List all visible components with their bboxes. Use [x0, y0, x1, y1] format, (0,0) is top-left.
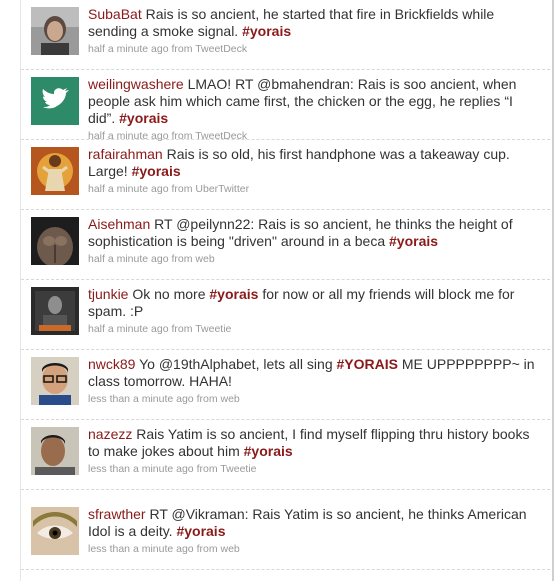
source-label: from Tweetie: [171, 323, 232, 335]
tweet-body: rafairahman Rais is so old, his first ha…: [88, 146, 536, 196]
timestamp-link[interactable]: less than a minute ago: [88, 393, 194, 405]
source-label: from web: [196, 543, 240, 555]
source-label: from web: [171, 253, 215, 265]
username-link[interactable]: nwck89: [88, 356, 135, 372]
avatar[interactable]: [31, 77, 79, 125]
avatar[interactable]: [31, 217, 79, 265]
tweet-meta: half a minute ago from UberTwitter: [88, 182, 536, 196]
username-link[interactable]: nazezz: [88, 426, 132, 442]
tweet-body: Aisehman RT @peilynn22: Rais is so ancie…: [88, 216, 536, 266]
tweet-body: sfrawther RT @Vikraman: Rais Yatim is so…: [88, 506, 536, 556]
twitter-bird-icon: [31, 77, 79, 125]
source-label: from web: [196, 393, 240, 405]
tweet-body: SubaBat Rais is so ancient, he started t…: [88, 6, 536, 56]
username-link[interactable]: sfrawther: [88, 506, 146, 522]
tweet-text: Ok no more: [132, 286, 206, 302]
tweet-item: rafairahman Rais is so old, his first ha…: [21, 140, 554, 210]
tweet-text: Rais Yatim is so ancient, I find myself …: [88, 426, 530, 459]
eye-avatar-icon: [31, 507, 79, 555]
timestamp-link[interactable]: half a minute ago: [88, 43, 169, 55]
tweet-item: sfrawther RT @Vikraman: Rais Yatim is so…: [21, 490, 554, 570]
source-label: from Tweetie: [196, 463, 257, 475]
avatar[interactable]: [31, 427, 79, 475]
timestamp-link[interactable]: less than a minute ago: [88, 463, 194, 475]
tweet-text: RT @peilynn22: Rais is so ancient, he th…: [88, 216, 513, 249]
tweet-item: weilingwashere LMAO! RT @bmahendran: Rai…: [21, 70, 554, 143]
username-link[interactable]: SubaBat: [88, 6, 142, 22]
glasses-avatar-icon: [31, 357, 79, 405]
hashtag-link[interactable]: #yorais: [132, 163, 181, 179]
hashtag-link[interactable]: #YORAIS: [337, 356, 398, 372]
hashtag-link[interactable]: #yorais: [244, 443, 293, 459]
timestamp-link[interactable]: half a minute ago: [88, 253, 169, 265]
avatar[interactable]: [31, 7, 79, 55]
tweet-meta: less than a minute ago from web: [88, 542, 536, 556]
face-avatar-icon: [31, 427, 79, 475]
tweet-timeline: SubaBat Rais is so ancient, he started t…: [20, 0, 554, 581]
hashtag-link[interactable]: #yorais: [119, 110, 168, 126]
avatar[interactable]: [31, 357, 79, 405]
timestamp-link[interactable]: half a minute ago: [88, 183, 169, 195]
tweet-body: nwck89 Yo @19thAlphabet, lets all sing #…: [88, 356, 536, 406]
tweet-item: Aisehman RT @peilynn22: Rais is so ancie…: [21, 210, 554, 280]
username-link[interactable]: tjunkie: [88, 286, 128, 302]
tweet-item: tjunkie Ok no more #yorais for now or al…: [21, 280, 554, 350]
tweet-item: nazezz Rais Yatim is so ancient, I find …: [21, 420, 554, 490]
tweet-meta: less than a minute ago from web: [88, 392, 536, 406]
tweet-meta: half a minute ago from web: [88, 252, 536, 266]
figure-avatar-icon: [31, 147, 79, 195]
tweet-item: nwck89 Yo @19thAlphabet, lets all sing #…: [21, 350, 554, 420]
tweet-body: tjunkie Ok no more #yorais for now or al…: [88, 286, 536, 336]
avatar[interactable]: [31, 147, 79, 195]
timestamp-link[interactable]: less than a minute ago: [88, 543, 194, 555]
username-link[interactable]: rafairahman: [88, 146, 163, 162]
torso-avatar-icon: [31, 217, 79, 265]
tweet-body: nazezz Rais Yatim is so ancient, I find …: [88, 426, 536, 476]
avatar[interactable]: [31, 287, 79, 335]
tweet-body: weilingwashere LMAO! RT @bmahendran: Rai…: [88, 76, 536, 143]
portrait-avatar-icon: [31, 7, 79, 55]
username-link[interactable]: weilingwashere: [88, 76, 184, 92]
book-cover-avatar-icon: [31, 287, 79, 335]
hashtag-link[interactable]: #yorais: [389, 233, 438, 249]
username-link[interactable]: Aisehman: [88, 216, 150, 232]
tweet-item: SubaBat Rais is so ancient, he started t…: [21, 0, 554, 70]
tweet-text: RT @Vikraman: Rais Yatim is so ancient, …: [88, 506, 527, 539]
timestamp-link[interactable]: half a minute ago: [88, 323, 169, 335]
tweet-meta: half a minute ago from Tweetie: [88, 322, 536, 336]
hashtag-link[interactable]: #yorais: [242, 23, 291, 39]
tweet-text: Yo @19thAlphabet, lets all sing: [139, 356, 333, 372]
avatar[interactable]: [31, 507, 79, 555]
source-label: from TweetDeck: [171, 43, 248, 55]
hashtag-link[interactable]: #yorais: [176, 523, 225, 539]
source-label: from UberTwitter: [171, 183, 250, 195]
tweet-meta: less than a minute ago from Tweetie: [88, 462, 536, 476]
tweet-meta: half a minute ago from TweetDeck: [88, 42, 536, 56]
hashtag-link[interactable]: #yorais: [209, 286, 258, 302]
